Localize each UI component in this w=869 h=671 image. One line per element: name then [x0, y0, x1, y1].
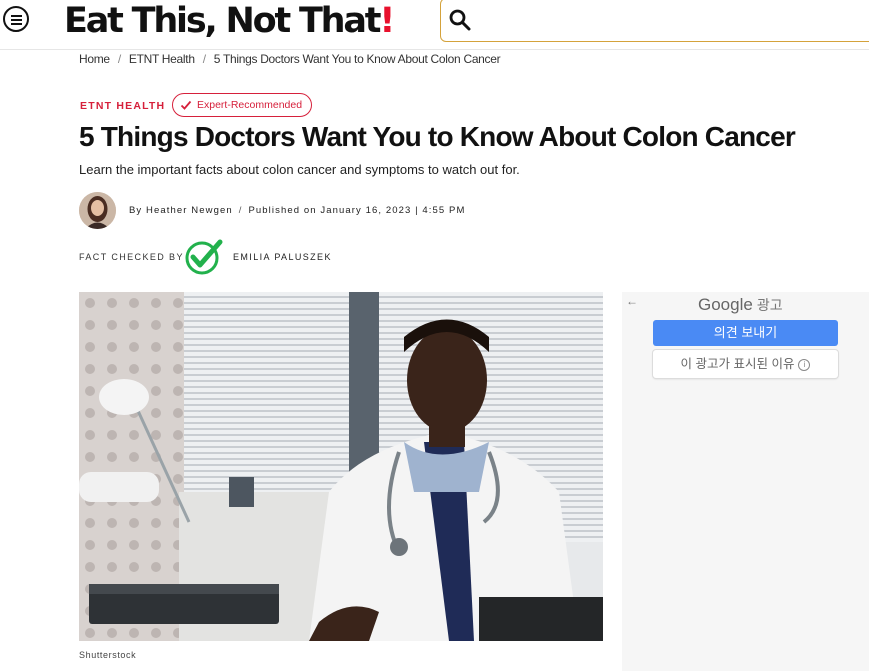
- search-input[interactable]: [440, 0, 869, 42]
- breadcrumb-home[interactable]: Home: [79, 52, 110, 66]
- header-divider: [0, 49, 869, 50]
- publish-date: Published on January 16, 2023 | 4:55 PM: [248, 205, 466, 216]
- expert-recommended-badge[interactable]: Expert-Recommended: [172, 93, 313, 117]
- article-subtitle: Learn the important facts about colon ca…: [79, 162, 520, 177]
- section-tag[interactable]: ETNT HEALTH: [80, 100, 165, 112]
- site-header: Eat This, Not That!: [0, 0, 869, 46]
- author-avatar[interactable]: [79, 192, 116, 229]
- logo-text: Eat This, Not That: [64, 1, 382, 41]
- ad-label: 광고: [756, 297, 783, 313]
- fact-check-icon: [185, 239, 223, 275]
- ad-brand: Google 광고: [698, 295, 783, 315]
- image-credit: Shutterstock: [79, 650, 137, 660]
- breadcrumb: Home / ETNT Health/5 Things Doctors Want Y…: [79, 52, 501, 66]
- why-this-ad-label: 이 광고가 표시된 이유: [680, 357, 795, 371]
- google-wordmark: Google: [698, 295, 753, 314]
- search-icon[interactable]: [448, 8, 472, 32]
- checkmark-icon: [180, 100, 192, 110]
- back-arrow-icon[interactable]: ←: [626, 294, 638, 308]
- ad-panel: ← Google 광고 의견 보내기 이 광고가 표시된 이유 i: [622, 292, 869, 671]
- breadcrumb-current: 5 Things Doctors Want You to Know About …: [213, 52, 501, 66]
- why-this-ad-button[interactable]: 이 광고가 표시된 이유 i: [653, 350, 838, 378]
- article-title: 5 Things Doctors Want You to Know About …: [79, 121, 796, 152]
- logo-exclamation: !: [379, 1, 395, 41]
- breadcrumb-etnt-health[interactable]: ETNT Health: [129, 52, 195, 66]
- send-feedback-button[interactable]: 의견 보내기: [653, 320, 838, 346]
- menu-icon[interactable]: [3, 6, 29, 32]
- info-icon: i: [798, 359, 811, 371]
- site-logo[interactable]: Eat This, Not That!: [64, 1, 395, 41]
- badge-label: Expert-Recommended: [197, 99, 303, 111]
- hero-image: [79, 292, 603, 641]
- fact-checked-label: FACT CHECKED BY: [79, 252, 184, 262]
- byline: By Heather Newgen / Published on January 1…: [129, 205, 466, 216]
- fact-checker-name[interactable]: EMILIA PALUSZEK: [233, 252, 332, 262]
- author-name[interactable]: By Heather Newgen: [129, 205, 233, 216]
